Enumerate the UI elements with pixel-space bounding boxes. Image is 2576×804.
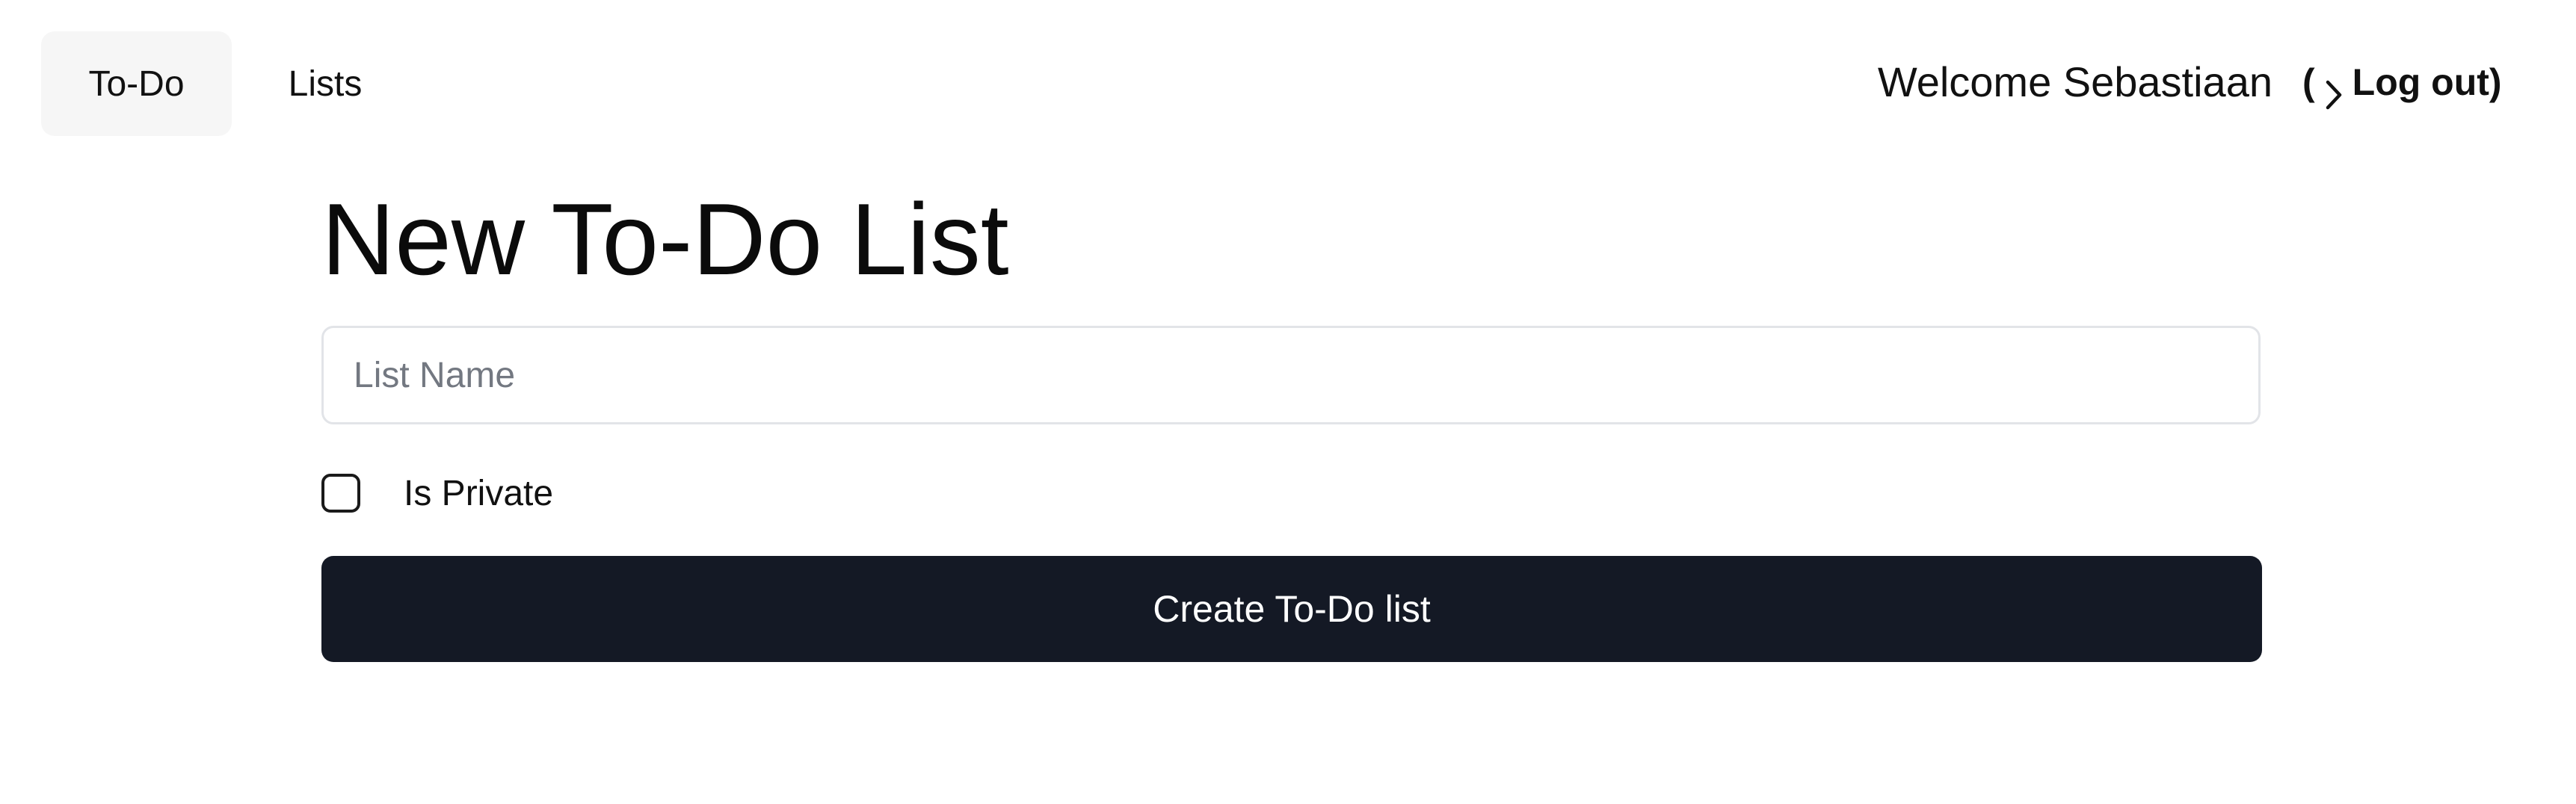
welcome-text: Welcome Sebastiaan <box>1877 58 2273 105</box>
private-row: Is Private <box>321 467 553 519</box>
top-nav: To-Do Lists Welcome Sebastiaan ( Log out… <box>0 0 2576 172</box>
nav-item-todo[interactable]: To-Do <box>41 31 232 136</box>
chevron-right-icon <box>2326 67 2342 110</box>
logout-button[interactable]: ( Log out) <box>2302 52 2502 112</box>
logout-label: Log out) <box>2352 61 2502 103</box>
nav-item-lists[interactable]: Lists <box>269 31 381 136</box>
nav-item-todo-label: To-Do <box>88 64 185 104</box>
is-private-checkbox[interactable] <box>321 474 360 513</box>
logout-open-paren: ( <box>2302 61 2315 103</box>
page-title: New To-Do List <box>321 182 1009 296</box>
list-name-input[interactable] <box>321 326 2261 424</box>
create-list-button[interactable]: Create To-Do list <box>321 556 2262 662</box>
is-private-label: Is Private <box>404 473 554 513</box>
nav-item-lists-label: Lists <box>288 64 363 104</box>
